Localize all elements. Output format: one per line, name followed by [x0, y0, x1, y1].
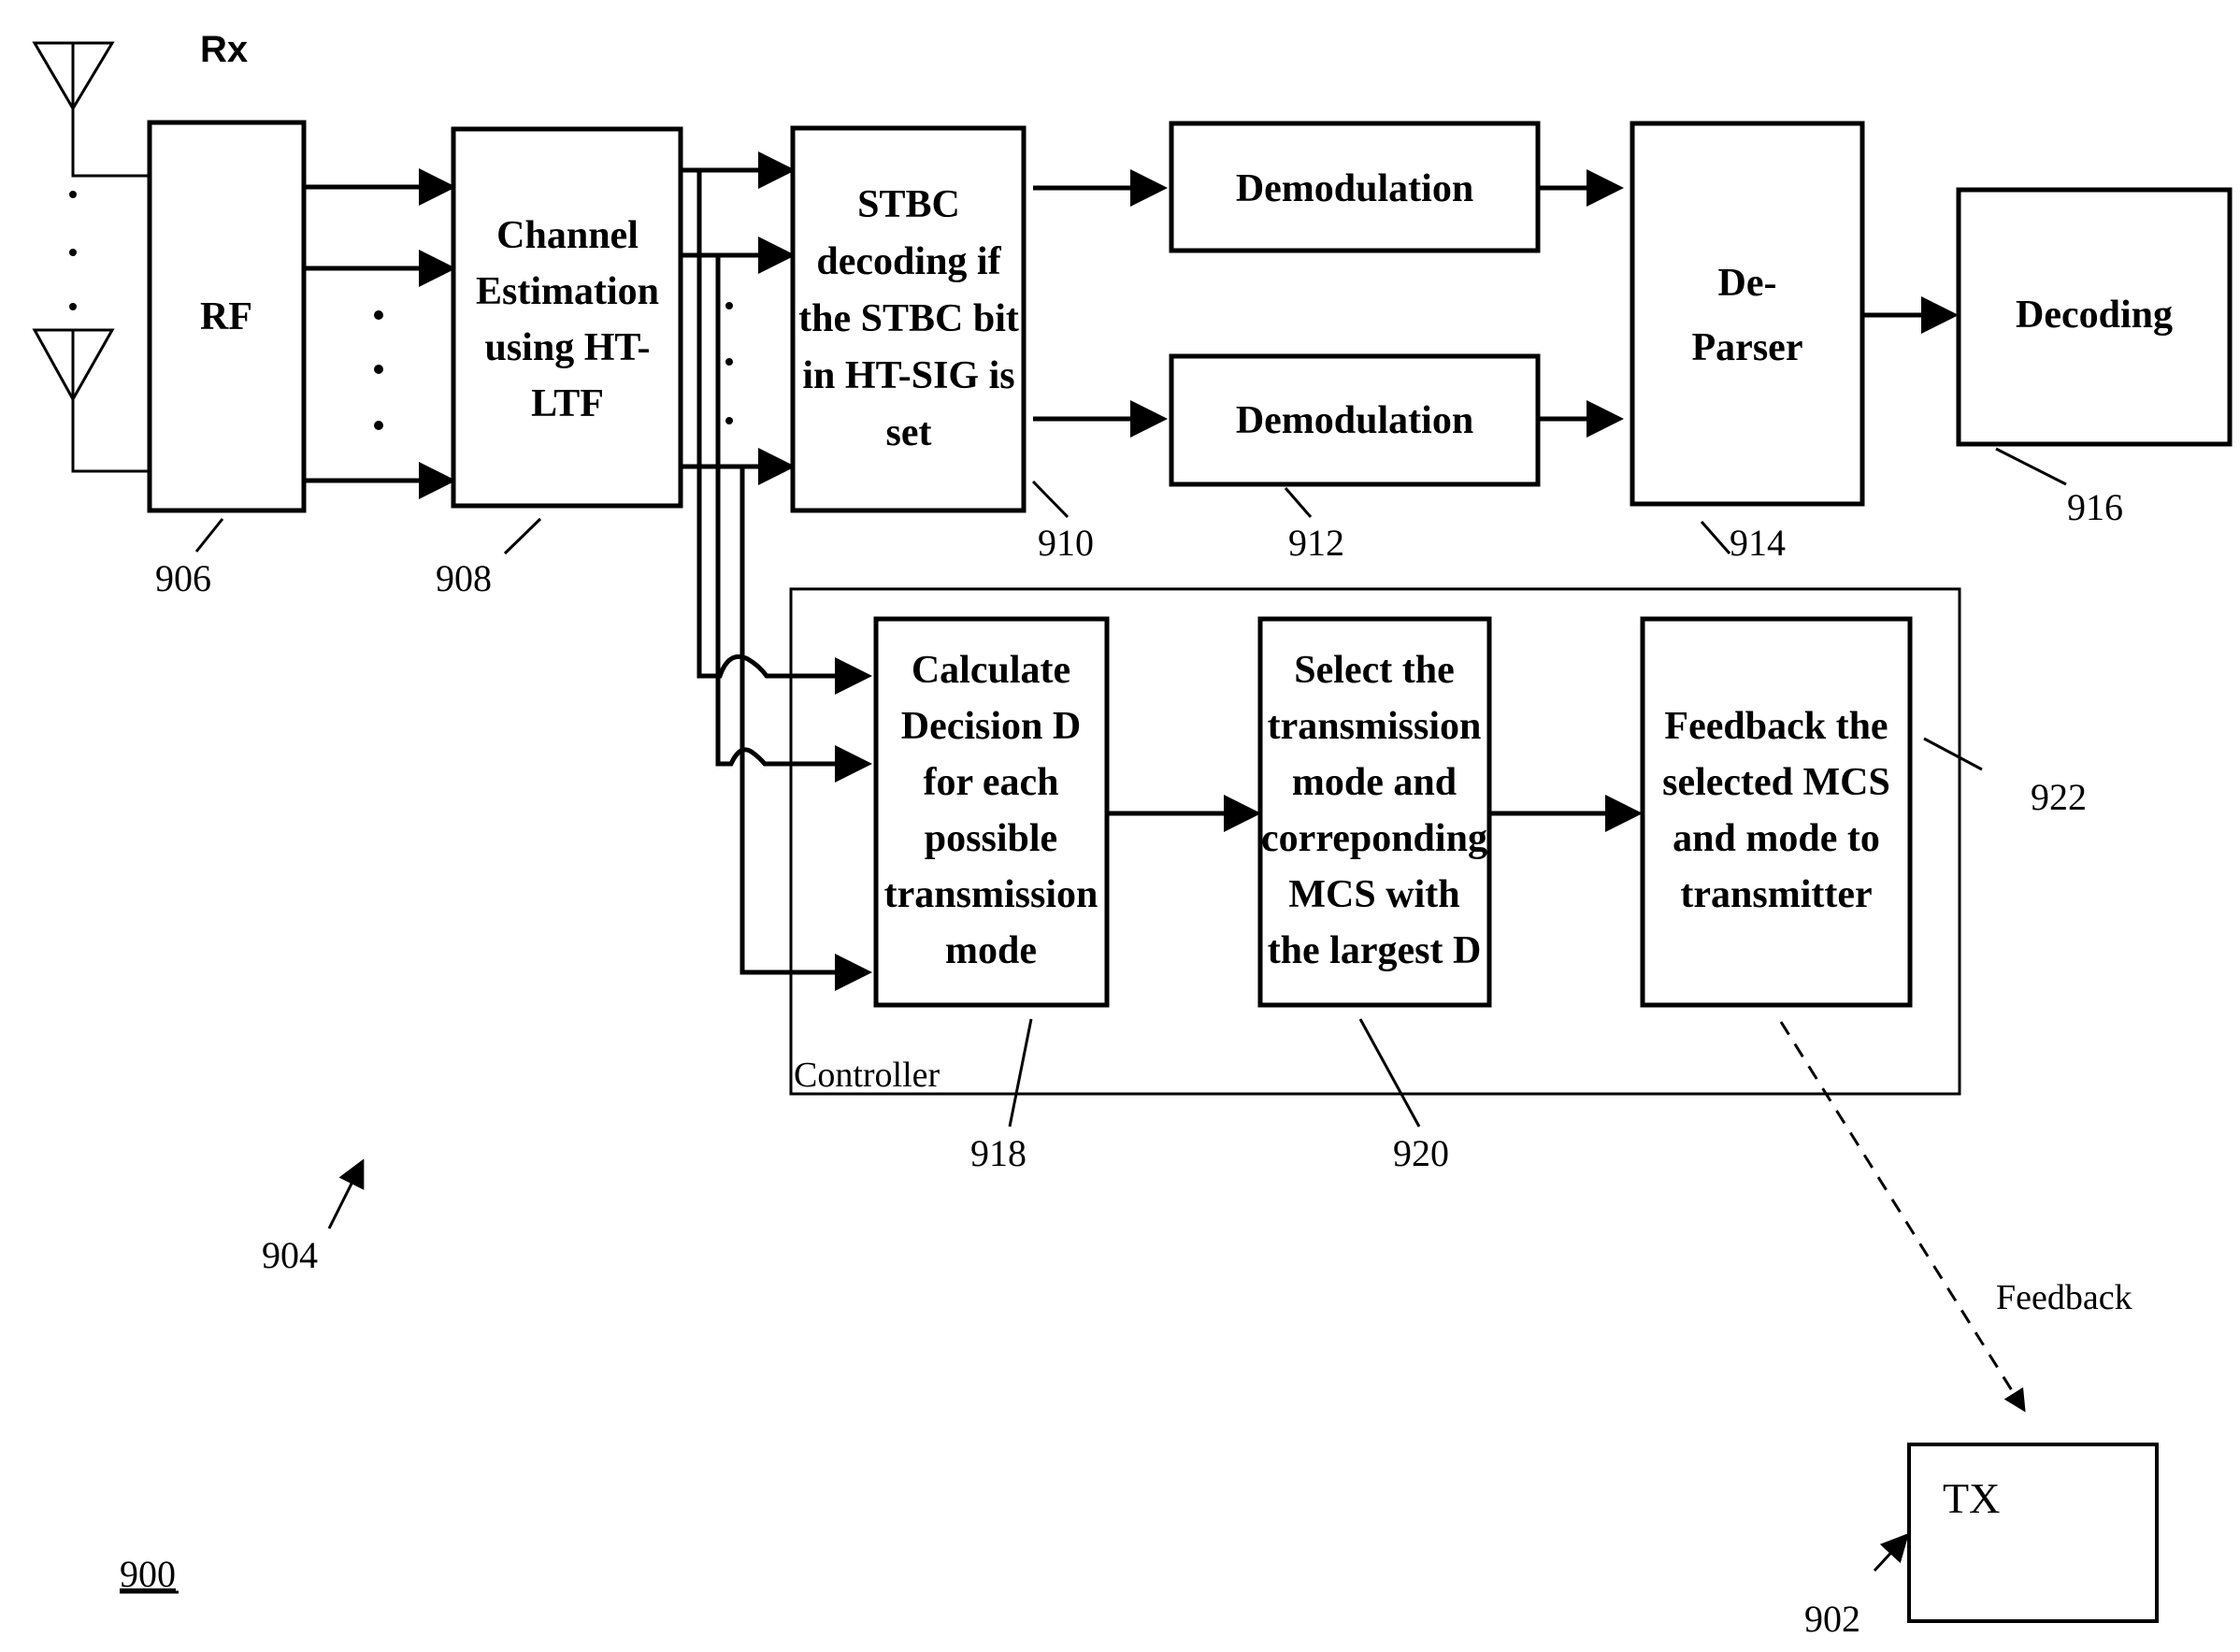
decoding-block[interactable]: Decoding [1956, 187, 2233, 447]
block-text: the STBC bit [798, 297, 1019, 340]
block-text: Channel [496, 214, 639, 257]
ref-arrow [1873, 1532, 1910, 1573]
block-text: possible [925, 817, 1057, 860]
rf-block-label: RF [200, 295, 252, 338]
block-text: Demodulation [1236, 167, 1473, 210]
ref-910: 910 [1038, 522, 1094, 564]
ref-904: 904 [262, 1234, 318, 1276]
block-text: selected MCS [1662, 761, 1890, 804]
block-text: Select the [1294, 649, 1454, 692]
block-text: Estimation [476, 270, 659, 313]
rx-title: Rx [200, 29, 248, 70]
figure-number: 900 [120, 1553, 176, 1595]
ref-arrow [327, 1158, 365, 1229]
block-text: set [886, 411, 932, 454]
block-text: and mode to [1673, 817, 1880, 860]
antenna-icon [32, 328, 150, 473]
ref-916: 916 [2067, 486, 2123, 528]
calculate-decision-block[interactable]: Calculate Decision D for each possible t… [873, 616, 1110, 1008]
antenna-ellipsis [69, 191, 77, 310]
block-text: Parser [1692, 326, 1803, 369]
ref-leader [1358, 1018, 1421, 1128]
feedback-link-label: Feedback [1996, 1278, 2132, 1317]
rf-to-channel-arrows [304, 168, 456, 499]
ref-leader [194, 518, 224, 553]
feedback-link [1779, 1021, 2026, 1413]
ref-908: 908 [436, 557, 492, 599]
ref-leader [503, 517, 542, 555]
block-diagram: Rx RF 906 Channel Estimation using HT- L… [32, 29, 2233, 1640]
ref-leader [1923, 737, 1983, 771]
block-text: Feedback the [1664, 705, 1888, 748]
block-text: Demodulation [1236, 399, 1473, 442]
block-text: the largest D [1268, 929, 1482, 972]
demodulation-block-1[interactable]: Demodulation [1169, 121, 1541, 253]
ref-912: 912 [1288, 522, 1344, 564]
block-text: transmitter [1680, 873, 1872, 916]
block-text: LTF [531, 382, 604, 425]
block-text: correponding [1261, 817, 1487, 860]
ref-922: 922 [2031, 776, 2087, 818]
ref-906: 906 [155, 557, 211, 599]
ref-leader [1008, 1018, 1033, 1128]
rf-block[interactable]: RF [147, 120, 307, 513]
ref-920: 920 [1393, 1132, 1449, 1174]
tx-block[interactable]: TX [1907, 1443, 2159, 1623]
block-text: transmission [884, 873, 1098, 916]
block-text: Decoding [2016, 294, 2173, 337]
block-text: for each [923, 761, 1058, 804]
block-text: decoding if [816, 240, 1001, 283]
ref-leader [1284, 487, 1313, 518]
block-text: Decision D [901, 705, 1082, 748]
block-text: using HT- [484, 326, 650, 369]
block-text: transmission [1268, 705, 1482, 748]
ref-902: 902 [1804, 1598, 1860, 1640]
block-text: De- [1718, 262, 1777, 305]
block-text: in HT-SIG is [802, 354, 1014, 397]
feedback-mcs-block[interactable]: Feedback the selected MCS and mode to tr… [1640, 616, 1913, 1008]
antenna-icon [32, 41, 150, 178]
deparser-block[interactable]: De- Parser [1630, 121, 1865, 507]
block-text: mode and [1292, 761, 1457, 804]
select-mode-block[interactable]: Select the transmission mode and correpo… [1257, 616, 1492, 1008]
block-text: MCS with [1288, 873, 1459, 916]
ref-914: 914 [1730, 522, 1786, 564]
block-text: TX [1943, 1474, 2000, 1522]
block-text: STBC [857, 183, 960, 226]
block-text: Calculate [912, 649, 1070, 692]
controller-label: Controller [794, 1056, 941, 1095]
stbc-decoding-block[interactable]: STBC decoding if the STBC bit in HT-SIG … [790, 125, 1027, 513]
channel-estimation-block[interactable]: Channel Estimation using HT- LTF [451, 126, 683, 509]
ref-918: 918 [970, 1132, 1027, 1174]
ref-leader [1995, 447, 2067, 486]
ref-leader [1700, 521, 1731, 554]
block-text: mode [945, 929, 1037, 972]
ref-leader [1031, 480, 1070, 519]
demodulation-block-2[interactable]: Demodulation [1169, 353, 1541, 487]
